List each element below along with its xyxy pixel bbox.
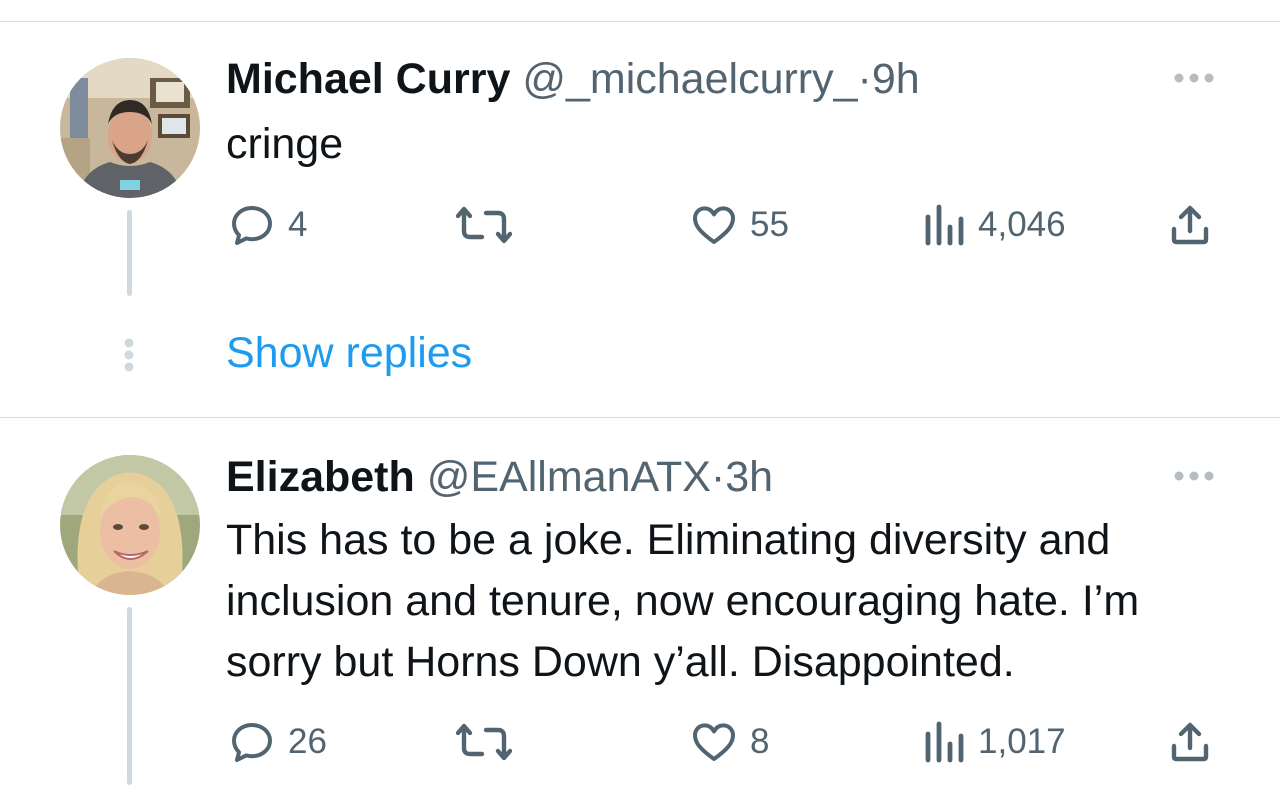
user-handle[interactable]: @EAllmanATX — [427, 453, 711, 501]
separator-dot: · — [857, 55, 872, 103]
views-button[interactable]: 4,046 — [922, 201, 1066, 249]
like-button[interactable]: 8 — [690, 718, 769, 766]
reply-button[interactable]: 26 — [228, 718, 327, 766]
reply-icon — [232, 206, 272, 245]
heart-icon — [693, 723, 735, 761]
like-count: 8 — [750, 722, 770, 761]
retweet-button[interactable] — [456, 718, 512, 766]
reply-count: 26 — [288, 722, 327, 761]
tweet-text: This has to be a joke. Eliminating diver… — [226, 516, 1140, 686]
retweet-icon — [456, 206, 512, 244]
avatar-photo — [60, 455, 200, 595]
reply-icon — [232, 723, 272, 762]
more-replies-dots-icon — [123, 337, 135, 378]
more-horizontal-icon[interactable] — [1172, 71, 1216, 85]
show-replies-link[interactable]: Show replies — [226, 329, 472, 378]
top-divider — [0, 21, 1280, 22]
like-count: 55 — [750, 205, 789, 244]
views-button[interactable]: 1,017 — [922, 718, 1066, 766]
avatar-photo — [60, 58, 200, 198]
views-count: 1,017 — [978, 722, 1066, 761]
thread-connector — [127, 607, 132, 785]
display-name[interactable]: Michael Curry — [226, 55, 510, 103]
share-icon — [1171, 205, 1209, 245]
timestamp[interactable]: 3h — [725, 453, 773, 501]
display-name[interactable]: Elizabeth — [226, 453, 415, 501]
share-button[interactable] — [1166, 718, 1214, 766]
reply-button[interactable]: 4 — [228, 201, 307, 249]
more-horizontal-icon[interactable] — [1172, 469, 1216, 483]
tweet-header: Michael Curry @_michaelcurry_·9h — [226, 54, 920, 104]
thread-connector — [127, 210, 132, 296]
retweet-button[interactable] — [456, 201, 512, 249]
heart-icon — [693, 206, 735, 244]
like-button[interactable]: 55 — [690, 201, 789, 249]
reply-count: 4 — [288, 205, 308, 244]
views-count: 4,046 — [978, 205, 1066, 244]
views-chart-icon — [925, 721, 964, 763]
avatar-elizabeth[interactable] — [60, 455, 200, 595]
share-button[interactable] — [1166, 201, 1214, 249]
tweet-header: Elizabeth @EAllmanATX·3h — [226, 452, 773, 502]
separator-dot: · — [710, 453, 726, 501]
timestamp[interactable]: 9h — [872, 55, 920, 103]
avatar-michael-curry[interactable] — [60, 58, 200, 198]
share-icon — [1171, 722, 1209, 762]
tweet-divider — [0, 417, 1280, 418]
views-chart-icon — [925, 204, 964, 246]
retweet-icon — [456, 723, 512, 761]
user-handle[interactable]: @_michaelcurry_ — [522, 55, 857, 103]
tweet-text: cringe — [226, 120, 344, 168]
